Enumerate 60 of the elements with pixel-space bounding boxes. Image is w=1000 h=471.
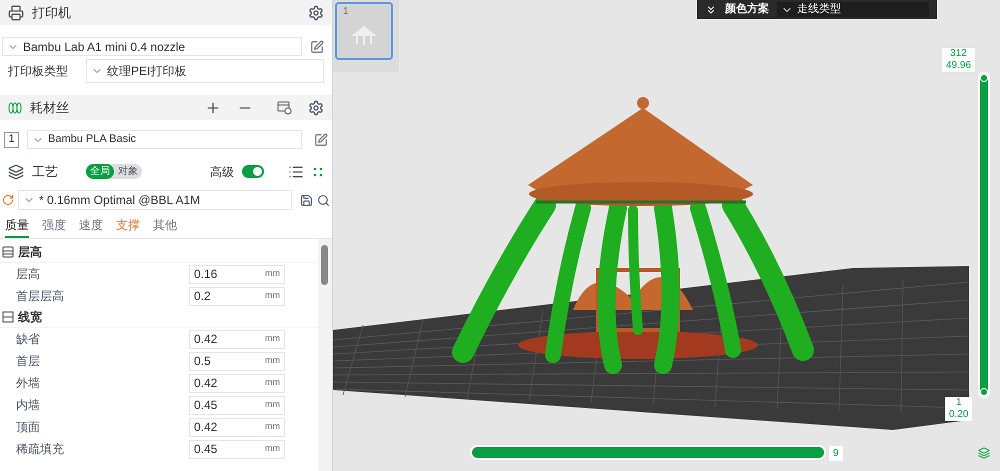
value-field[interactable]: 0.42 mm	[189, 330, 285, 348]
list-icon[interactable]	[288, 164, 304, 180]
process-select[interactable]: * 0.16mm Optimal @BBL A1M	[18, 190, 292, 210]
value-field[interactable]: 0.45 mm	[189, 440, 285, 458]
bottom-layer-label: 1 0.20	[945, 397, 972, 421]
settings-tab[interactable]: 速度	[79, 216, 103, 238]
model-thumbnail-icon	[352, 26, 376, 46]
slot-number[interactable]: 1	[4, 132, 19, 148]
printer-icon	[8, 4, 24, 20]
layers-icon	[2, 246, 14, 258]
setting-label: 首层层高	[16, 288, 65, 305]
top-thumb[interactable]	[980, 74, 988, 82]
layers-icon[interactable]	[978, 447, 990, 459]
move-slider-reading: 9	[829, 446, 843, 461]
setting-label: 顶面	[16, 419, 41, 436]
collapse-icon[interactable]	[705, 4, 717, 16]
save-icon[interactable]	[300, 194, 313, 206]
settings-tab[interactable]: 其他	[153, 216, 177, 238]
group-title: 层高	[18, 244, 42, 261]
printer-select[interactable]: Bambu Lab A1 mini 0.4 nozzle	[2, 37, 302, 56]
scheme-select[interactable]: 走线类型	[777, 2, 929, 17]
settings-tab[interactable]: 质量	[5, 216, 29, 238]
top-layer-label: 312 49.96	[942, 48, 976, 72]
setting-label: 层高	[16, 266, 41, 283]
spool-icon	[8, 102, 22, 114]
scrollbar[interactable]	[318, 239, 332, 471]
plate-type-select[interactable]: 纹理PEI打印板	[86, 59, 324, 83]
scheme-label: 颜色方案	[725, 1, 769, 18]
dots-icon[interactable]	[312, 166, 324, 178]
edit-icon[interactable]	[310, 40, 324, 54]
bottom-thumb[interactable]	[980, 388, 988, 396]
add-icon[interactable]	[205, 100, 221, 116]
line-width-icon	[2, 311, 14, 323]
section-title: 工艺	[32, 162, 58, 181]
layers-icon	[8, 164, 24, 180]
value-field[interactable]: 0.16 mm	[189, 264, 285, 284]
edit-icon[interactable]	[314, 132, 328, 146]
toggle-label: 高级	[210, 164, 234, 180]
advanced-switch[interactable]	[242, 165, 264, 178]
scope-tab[interactable]: 对象	[114, 164, 142, 179]
reset-icon[interactable]	[2, 194, 14, 206]
filament-select[interactable]: Bambu PLA Basic	[27, 130, 302, 149]
setting-label: 稀疏填充	[16, 441, 65, 458]
setting-label: 缺省	[16, 331, 41, 348]
value-field[interactable]: 0.5 mm	[189, 352, 285, 370]
search-icon[interactable]	[317, 194, 330, 206]
section-title: 耗材丝	[30, 98, 69, 117]
value-field[interactable]: 0.2 mm	[189, 286, 285, 306]
settings-icon[interactable]	[308, 100, 324, 116]
field-label: 打印板类型	[8, 63, 69, 80]
settings-icon[interactable]	[308, 4, 324, 20]
value-field[interactable]: 0.45 mm	[189, 396, 285, 414]
value-field[interactable]: 0.42 mm	[189, 418, 285, 436]
settings-tab[interactable]: 强度	[42, 216, 66, 238]
setting-label: 内墙	[16, 397, 41, 414]
section-title: 打印机	[32, 4, 71, 22]
setting-label: 首层	[16, 353, 41, 370]
group-title: 线宽	[18, 309, 42, 326]
setting-label: 外墙	[16, 375, 41, 392]
value-field[interactable]: 0.42 mm	[189, 374, 285, 392]
